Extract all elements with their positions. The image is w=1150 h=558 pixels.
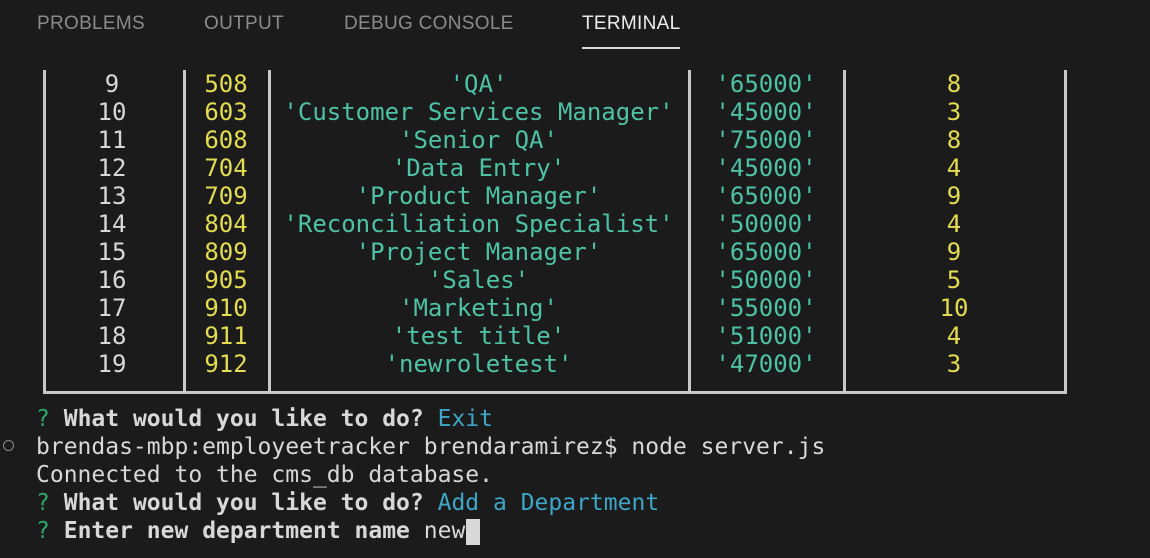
role-salary: '65000' (715, 70, 817, 98)
role-title: 'Data Entry' (391, 154, 566, 182)
role-id: 603 (204, 98, 248, 126)
table-row: 14 804 'Reconciliation Specialist' '5000… (43, 210, 1067, 238)
prompt-question: Enter new department name (63, 518, 410, 544)
role-department-id: 8 (946, 70, 962, 98)
role-department-id: 3 (946, 98, 962, 126)
role-department-id: 9 (946, 238, 962, 266)
table-row: 15 809 'Project Manager' '65000' 9 (43, 238, 1067, 266)
role-salary: '45000' (715, 98, 817, 126)
role-department-id: 4 (946, 322, 962, 350)
role-salary: '65000' (715, 238, 817, 266)
role-title: 'Marketing' (399, 294, 558, 322)
tab-debug-console[interactable]: DEBUG CONSOLE (344, 11, 514, 39)
role-id: 912 (204, 350, 248, 378)
role-salary: '65000' (715, 182, 817, 210)
table-row: 10 603 'Customer Services Manager' '4500… (43, 98, 1067, 126)
row-index: 10 (97, 98, 127, 126)
table-row: 18 911 'test title' '51000' 4 (43, 322, 1067, 350)
role-title: 'test title' (391, 322, 566, 350)
prompt-question: What would you like to do? (63, 490, 424, 516)
prompt-line-action: ? What would you like to do? Add a Depar… (36, 489, 659, 517)
row-index: 15 (97, 238, 127, 266)
role-title: 'Customer Services Manager' (283, 98, 674, 126)
command-status-dot-icon[interactable] (3, 440, 14, 451)
row-index: 18 (97, 322, 127, 350)
row-index: 16 (97, 266, 127, 294)
table-row: 17 910 'Marketing' '55000' 10 (43, 294, 1067, 322)
row-index: 12 (97, 154, 127, 182)
prompt-answer: Exit (437, 406, 493, 432)
role-department-id: 10 (939, 294, 969, 322)
role-title: 'Product Manager' (355, 182, 602, 210)
roles-table: 9 508 'QA' '65000' 8 10 603 'Customer Se… (43, 70, 1067, 394)
role-salary: '50000' (715, 266, 817, 294)
role-id: 905 (204, 266, 248, 294)
role-title: 'QA' (449, 70, 508, 98)
role-title: 'Project Manager' (355, 238, 602, 266)
connected-message: Connected to the cms_db database. (36, 461, 493, 489)
role-department-id: 4 (946, 210, 962, 238)
role-department-id: 8 (946, 126, 962, 154)
role-salary: '55000' (715, 294, 817, 322)
role-id: 704 (204, 154, 248, 182)
table-border-bottom (43, 391, 1067, 394)
prompt-question: What would you like to do? (63, 406, 424, 432)
row-index: 19 (97, 350, 127, 378)
role-id: 911 (204, 322, 248, 350)
role-department-id: 9 (946, 182, 962, 210)
tab-terminal-label: TERMINAL (582, 13, 681, 34)
row-index: 13 (97, 182, 127, 210)
prompt-line-input[interactable]: ? Enter new department name new (36, 517, 481, 545)
prompt-line-exit: ? What would you like to do? Exit (36, 405, 493, 433)
tab-terminal[interactable]: TERMINAL (582, 11, 681, 49)
role-title: 'newroletest' (384, 350, 573, 378)
table-row: 9 508 'QA' '65000' 8 (43, 70, 1067, 98)
role-id: 910 (204, 294, 248, 322)
role-title: 'Senior QA' (399, 126, 558, 154)
shell-prompt: brendas-mbp:employeetracker brendaramire… (36, 434, 826, 460)
question-mark-icon: ? (36, 406, 50, 432)
role-salary: '51000' (715, 322, 817, 350)
tab-output[interactable]: OUTPUT (204, 11, 284, 39)
role-salary: '75000' (715, 126, 817, 154)
department-name-input[interactable]: new (424, 518, 466, 544)
panel-tab-bar: PROBLEMS OUTPUT DEBUG CONSOLE TERMINAL (0, 0, 1150, 50)
shell-command-line: brendas-mbp:employeetracker brendaramire… (36, 433, 825, 461)
prompt-answer: Add a Department (437, 490, 660, 516)
table-row: 19 912 'newroletest' '47000' 3 (43, 350, 1067, 378)
text-cursor (466, 518, 481, 545)
table-row: 13 709 'Product Manager' '65000' 9 (43, 182, 1067, 210)
active-tab-indicator (582, 47, 681, 49)
role-id: 508 (204, 70, 248, 98)
table-row: 11 608 'Senior QA' '75000' 8 (43, 126, 1067, 154)
question-mark-icon: ? (36, 490, 50, 516)
row-index: 9 (104, 70, 120, 98)
role-id: 809 (204, 238, 248, 266)
tab-problems[interactable]: PROBLEMS (37, 11, 145, 39)
table-row: 16 905 'Sales' '50000' 5 (43, 266, 1067, 294)
role-id: 804 (204, 210, 248, 238)
connected-text: Connected to the cms_db database. (36, 462, 493, 488)
role-department-id: 4 (946, 154, 962, 182)
role-department-id: 3 (946, 350, 962, 378)
role-title: 'Reconciliation Specialist' (283, 210, 674, 238)
question-mark-icon: ? (36, 518, 50, 544)
role-salary: '45000' (715, 154, 817, 182)
table-row: 12 704 'Data Entry' '45000' 4 (43, 154, 1067, 182)
row-index: 14 (97, 210, 127, 238)
role-department-id: 5 (946, 266, 962, 294)
role-salary: '47000' (715, 350, 817, 378)
role-id: 709 (204, 182, 248, 210)
role-title: 'Sales' (427, 266, 530, 294)
role-salary: '50000' (715, 210, 817, 238)
row-index: 11 (97, 126, 127, 154)
role-id: 608 (204, 126, 248, 154)
row-index: 17 (97, 294, 127, 322)
